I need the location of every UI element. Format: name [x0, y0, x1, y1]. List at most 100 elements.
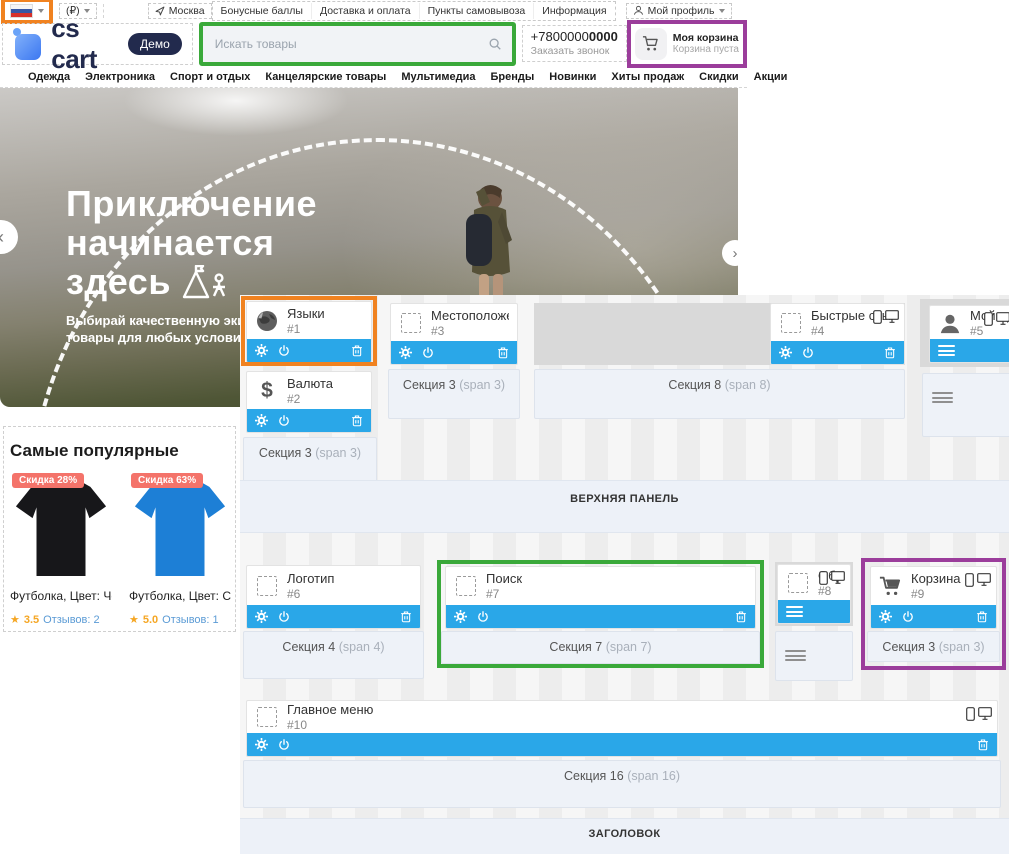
- power-icon[interactable]: [278, 345, 290, 357]
- section-label[interactable]: Секция 7 (span 7): [441, 631, 760, 664]
- trash-icon[interactable]: [884, 346, 896, 359]
- trash-icon[interactable]: [977, 738, 989, 751]
- settings-icon[interactable]: [399, 346, 412, 359]
- trash-icon[interactable]: [400, 610, 412, 623]
- star-icon: ★: [10, 613, 20, 626]
- chevron-down-icon: [38, 9, 44, 13]
- block-my-profile[interactable]: Мой профиль #5: [929, 305, 1009, 363]
- block-currency[interactable]: $ Валюта #2: [246, 371, 372, 433]
- settings-icon[interactable]: [255, 414, 268, 427]
- power-icon[interactable]: [902, 611, 914, 623]
- block-quick-links[interactable]: Быстрые ссылки #4: [770, 303, 905, 365]
- block-toolbar-collapsed: [930, 339, 1009, 362]
- call-request-link[interactable]: Заказать звонок: [531, 45, 618, 58]
- device-visibility-icons[interactable]: [965, 573, 991, 587]
- product-card[interactable]: Скидка 28% Футболка, Цвет: Черный ★ 3.5 …: [10, 471, 112, 632]
- location-arrow-icon: [155, 6, 165, 16]
- reviews-link[interactable]: Отзывов: 1: [162, 614, 218, 626]
- dashed-box-icon: [255, 707, 279, 727]
- monitor-icon: [996, 312, 1009, 325]
- search-input[interactable]: [213, 36, 488, 52]
- section-label[interactable]: Секция 3 (span 3): [388, 369, 520, 419]
- settings-icon[interactable]: [454, 610, 467, 623]
- trash-icon[interactable]: [351, 414, 363, 427]
- block-id: #7: [486, 587, 522, 601]
- power-icon[interactable]: [477, 611, 489, 623]
- city-selector[interactable]: Москва: [148, 3, 212, 19]
- section-label-collapsed[interactable]: [775, 631, 853, 681]
- block-languages[interactable]: Языки #1: [246, 301, 372, 363]
- nav-item-electronics[interactable]: Электроника: [85, 71, 155, 83]
- block-call-back[interactable]: Обратный звонок #8: [777, 564, 851, 624]
- nav-item-sport[interactable]: Спорт и отдых: [170, 71, 250, 83]
- block-main-menu[interactable]: Главное меню #10: [246, 700, 998, 757]
- city-label: Москва: [169, 5, 205, 17]
- trash-icon[interactable]: [497, 346, 509, 359]
- block-cart[interactable]: Корзина #9: [870, 566, 997, 629]
- carousel-next-button[interactable]: ›: [722, 240, 738, 266]
- block-id: #3: [431, 324, 509, 338]
- cart-widget[interactable]: Моя корзина Корзина пуста: [627, 20, 747, 68]
- nav-item-new[interactable]: Новинки: [549, 71, 596, 83]
- section-label[interactable]: Секция 3 (span 3): [867, 631, 1000, 662]
- carousel-prev-button[interactable]: ‹: [0, 220, 18, 254]
- store-logo[interactable]: cs cart Демо: [2, 23, 193, 65]
- settings-icon[interactable]: [879, 610, 892, 623]
- power-icon[interactable]: [278, 739, 290, 751]
- logo-icon: [13, 28, 41, 60]
- nav-item-bestsellers[interactable]: Хиты продаж: [611, 71, 684, 83]
- reviews-link[interactable]: Отзывов: 2: [43, 614, 99, 626]
- main-menu: Одежда Электроника Спорт и отдых Канцеля…: [0, 66, 747, 88]
- trash-icon[interactable]: [351, 344, 363, 357]
- product-card[interactable]: Скидка 63% Футболка, Цвет: Синий ★ 5.0 О…: [129, 471, 231, 632]
- device-visibility-icons[interactable]: [873, 310, 899, 324]
- nav-item-multimedia[interactable]: Мультимедиа: [401, 71, 475, 83]
- monitor-icon: [885, 310, 899, 323]
- settings-icon[interactable]: [255, 344, 268, 357]
- section-title: Самые популярные: [10, 441, 235, 461]
- section-label[interactable]: Секция 4 (span 4): [243, 631, 424, 679]
- block-title: Корзина: [911, 571, 961, 586]
- power-icon[interactable]: [802, 347, 814, 359]
- language-selector[interactable]: [1, 0, 53, 24]
- topbar-link-delivery[interactable]: Доставка и оплата: [311, 3, 419, 19]
- profile-menu[interactable]: Мой профиль: [626, 3, 732, 19]
- section-label[interactable]: Секция 8 (span 8): [534, 369, 905, 419]
- settings-icon[interactable]: [779, 346, 792, 359]
- topbar-link-bonus[interactable]: Бонусные баллы: [213, 3, 311, 19]
- section-label[interactable]: Секция 16 (span 16): [243, 760, 1001, 808]
- phone-icon: [984, 312, 993, 326]
- product-name[interactable]: Футболка, Цвет: Синий: [129, 589, 231, 603]
- trash-icon[interactable]: [976, 610, 988, 623]
- power-icon[interactable]: [422, 347, 434, 359]
- trash-icon[interactable]: [735, 610, 747, 623]
- phone-icon: [965, 573, 974, 587]
- block-search[interactable]: Поиск #7: [445, 566, 756, 629]
- phone-block[interactable]: +78000000000 Заказать звонок: [522, 25, 627, 62]
- nav-item-discounts[interactable]: Скидки: [699, 71, 738, 83]
- nav-item-brands[interactable]: Бренды: [491, 71, 535, 83]
- nav-item-promos[interactable]: Акции: [754, 71, 788, 83]
- power-icon[interactable]: [278, 415, 290, 427]
- nav-item-clothes[interactable]: Одежда: [28, 71, 70, 83]
- power-icon[interactable]: [278, 611, 290, 623]
- block-logo[interactable]: Логотип #6: [246, 565, 421, 629]
- section-label-collapsed[interactable]: [922, 373, 1009, 437]
- phone-icon: [966, 707, 975, 721]
- device-visibility-icons[interactable]: [819, 571, 845, 585]
- dollar-icon: $: [255, 379, 279, 403]
- block-geolocation[interactable]: Местоположение п #3: [390, 303, 518, 365]
- topbar-link-info[interactable]: Информация: [533, 3, 614, 19]
- menu-icon[interactable]: [938, 345, 955, 356]
- settings-icon[interactable]: [255, 738, 268, 751]
- device-visibility-icons[interactable]: [966, 707, 992, 721]
- search-box: [199, 22, 516, 66]
- menu-icon[interactable]: [786, 606, 803, 617]
- product-name[interactable]: Футболка, Цвет: Черный: [10, 589, 112, 603]
- search-icon[interactable]: [488, 37, 502, 51]
- cart-status: Корзина пуста: [673, 44, 739, 55]
- topbar-link-pickup[interactable]: Пункты самовывоза: [419, 3, 534, 19]
- device-visibility-icons[interactable]: [984, 312, 1009, 326]
- nav-item-stationery[interactable]: Канцелярские товары: [265, 71, 386, 83]
- settings-icon[interactable]: [255, 610, 268, 623]
